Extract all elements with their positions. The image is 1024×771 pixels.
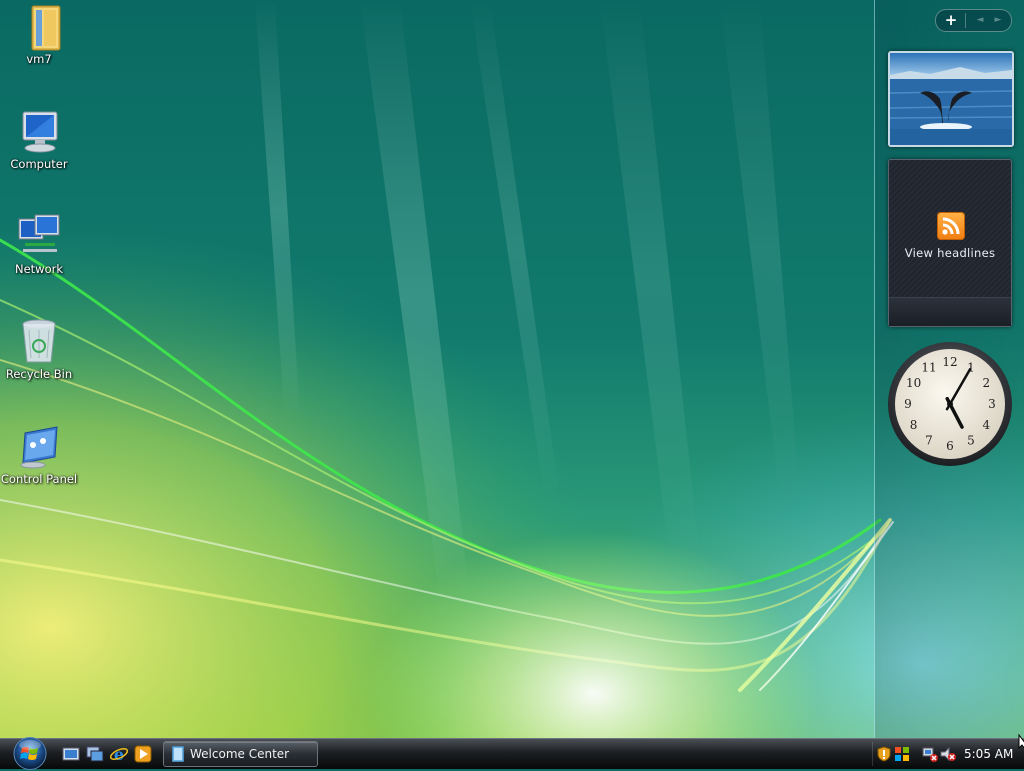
- clock-gadget[interactable]: 12 1 2 3 4 5 6 7 8 9 10 11: [887, 340, 1013, 468]
- sidebar-controls: + ◄ ►: [935, 9, 1012, 32]
- clock-numeral: 10: [906, 376, 921, 390]
- windows-update-icon[interactable]: [894, 746, 910, 762]
- taskbar-button-welcome-center[interactable]: Welcome Center: [163, 741, 318, 767]
- internet-explorer-icon[interactable]: e: [110, 745, 128, 763]
- desktop-wallpaper: [0, 0, 1024, 738]
- rss-icon: [937, 212, 965, 240]
- quick-launch: e: [62, 745, 154, 763]
- desktop-icon-label: Network: [14, 262, 64, 276]
- mouse-pointer-icon: [1018, 734, 1024, 750]
- desktop-icon-control-panel[interactable]: Control Panel: [0, 423, 78, 486]
- folder-icon: [31, 5, 61, 51]
- network-disconnected-icon[interactable]: [922, 746, 938, 762]
- taskbar-clock[interactable]: 5:05 AM: [964, 747, 1013, 761]
- recycle-bin-icon: [22, 319, 56, 363]
- clock-numeral: 4: [983, 418, 991, 432]
- desktop-icon-label: Recycle Bin: [5, 367, 73, 381]
- view-headlines-link[interactable]: View headlines: [889, 246, 1011, 260]
- desktop-icon-label: vm7: [26, 52, 52, 66]
- desktop-icon-recycle-bin[interactable]: Recycle Bin: [0, 318, 78, 381]
- tray-divider: [872, 742, 873, 766]
- taskbar: e Welcome Center 5:05 AM: [0, 736, 1024, 771]
- svg-text:e: e: [114, 745, 124, 763]
- show-desktop-icon[interactable]: [62, 745, 80, 763]
- feed-headlines-gadget[interactable]: View headlines: [888, 159, 1012, 327]
- slideshow-gadget[interactable]: [888, 51, 1014, 147]
- whale-tail-photo: [890, 53, 1012, 145]
- control-panel-icon: [20, 426, 58, 469]
- clock-numeral: 6: [946, 439, 954, 453]
- welcome-center-icon: [172, 746, 184, 762]
- desktop-icon-vm7[interactable]: vm7: [0, 3, 78, 66]
- add-gadget-button[interactable]: +: [942, 11, 960, 29]
- clock-numeral: 11: [921, 361, 936, 375]
- analog-clock-face: 12 1234567891011: [888, 342, 1012, 466]
- notification-area: 5:05 AM: [864, 739, 1024, 769]
- clock-numeral: 8: [910, 418, 918, 432]
- media-player-icon[interactable]: [134, 745, 152, 763]
- security-shield-icon[interactable]: [876, 746, 892, 762]
- computer-icon: [22, 111, 58, 153]
- switch-windows-icon[interactable]: [86, 745, 104, 763]
- start-button[interactable]: [9, 736, 51, 771]
- desktop-icon-computer[interactable]: Computer: [0, 108, 78, 171]
- clock-numeral: 5: [967, 433, 975, 447]
- task-label: Welcome Center: [190, 747, 290, 761]
- previous-page-button[interactable]: ◄: [974, 13, 986, 27]
- gadget-footer: [889, 297, 1011, 326]
- next-page-button[interactable]: ►: [992, 13, 1004, 27]
- clock-numeral: 7: [925, 433, 933, 447]
- clock-numeral: 12: [942, 355, 957, 369]
- volume-muted-icon[interactable]: [940, 746, 956, 762]
- desktop-icon-label: Control Panel: [0, 472, 78, 486]
- sidebar-controls-divider: [965, 13, 966, 28]
- clock-numeral: 9: [904, 397, 912, 411]
- desktop-icon-label: Computer: [10, 157, 68, 171]
- desktop-icon-network[interactable]: Network: [0, 213, 78, 276]
- clock-numeral: 3: [988, 397, 996, 411]
- windows-sidebar: + ◄ ► View headlines 12 1 2 3 4 5 6 7 8 …: [874, 0, 1024, 738]
- clock-numeral: 2: [983, 376, 991, 390]
- network-icon: [18, 214, 60, 252]
